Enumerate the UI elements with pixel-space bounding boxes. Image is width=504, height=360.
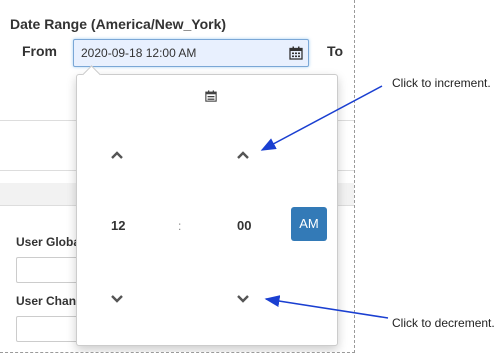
increment-annotation: Click to increment.: [392, 76, 491, 90]
increment-arrow: [260, 85, 383, 151]
decrement-arrow: [264, 295, 389, 319]
annotation-arrows: [260, 85, 389, 319]
decrement-annotation: Click to decrement.: [392, 316, 495, 330]
